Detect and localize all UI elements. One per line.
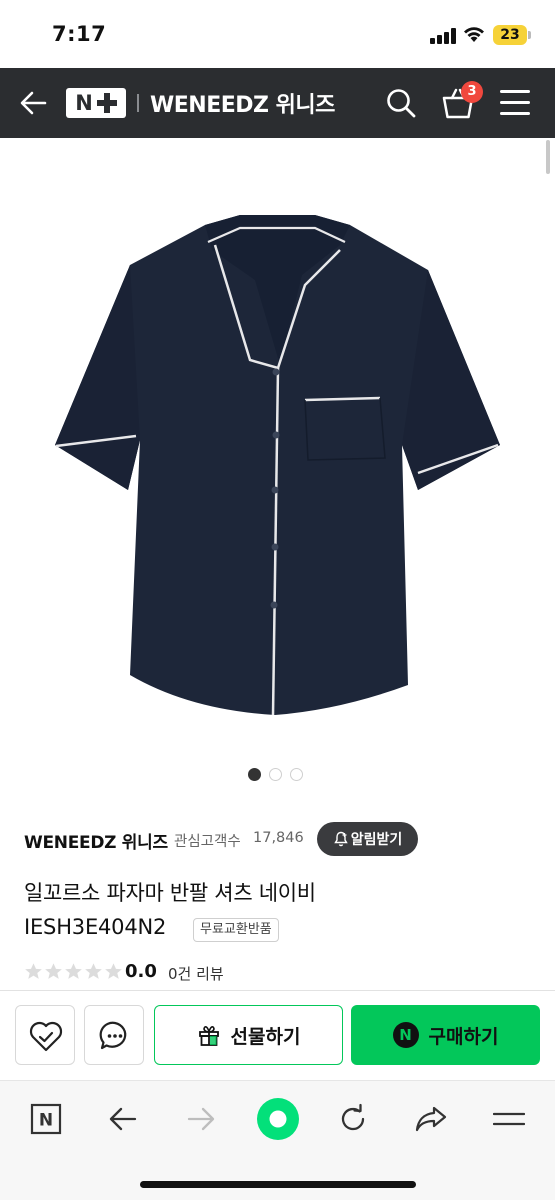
naver-pay-icon: N xyxy=(392,1022,419,1048)
refresh-button[interactable] xyxy=(333,1099,373,1139)
share-button[interactable] xyxy=(411,1099,451,1139)
menu-icon[interactable] xyxy=(500,90,530,116)
review-count[interactable]: 0건 리뷰 xyxy=(168,963,224,984)
battery-tip xyxy=(528,31,531,39)
back-arrow-icon[interactable] xyxy=(18,88,48,118)
logo-letter: N xyxy=(75,91,93,115)
cart-count-badge: 3 xyxy=(461,81,483,103)
purchase-action-bar: 선물하기 N 구매하기 xyxy=(0,990,555,1080)
battery-indicator: 23 xyxy=(493,25,527,45)
naver-home-icon: N xyxy=(30,1103,62,1135)
star-icon xyxy=(85,963,102,979)
pagination-dot[interactable] xyxy=(248,768,261,781)
back-arrow-icon xyxy=(109,1107,137,1131)
chat-icon xyxy=(99,1021,127,1050)
status-time: 7:17 xyxy=(52,22,107,46)
gift-icon xyxy=(198,1026,219,1046)
plus-icon xyxy=(96,93,117,113)
free-return-badge: 무료교환반품 xyxy=(193,918,279,942)
brand-row: WENEEDZ 위니즈 관심고객수 17,846 알림받기 xyxy=(24,822,544,856)
browser-toolbar: N xyxy=(0,1080,555,1200)
signal-icon xyxy=(430,28,456,44)
scroll-indicator xyxy=(546,140,550,174)
alarm-label: 알림받기 xyxy=(350,832,403,848)
favorites-count: 17,846 xyxy=(253,830,304,846)
browser-back-button[interactable] xyxy=(103,1099,143,1139)
gift-label: 선물하기 xyxy=(230,1025,301,1048)
star-icon xyxy=(105,963,122,979)
product-name: 일꼬르소 파자마 반팔 셔츠 네이비 xyxy=(24,881,316,905)
product-image[interactable] xyxy=(40,190,515,730)
wishlist-button[interactable] xyxy=(15,1005,75,1065)
share-icon xyxy=(415,1106,447,1132)
buy-label: 구매하기 xyxy=(428,1025,499,1048)
home-indicator xyxy=(140,1181,416,1188)
gift-button[interactable]: 선물하기 xyxy=(154,1005,343,1065)
green-dot-icon xyxy=(257,1098,299,1140)
star-icon xyxy=(65,963,82,979)
heart-icon xyxy=(29,1021,63,1052)
menu-icon xyxy=(493,1112,525,1126)
buy-button[interactable]: N 구매하기 xyxy=(351,1005,540,1065)
naver-plus-logo[interactable]: N xyxy=(66,88,126,118)
naver-home-button[interactable]: N xyxy=(26,1099,66,1139)
alarm-button[interactable]: 알림받기 xyxy=(317,822,418,856)
rating-stars xyxy=(24,962,123,981)
favorites-label: 관심고객수 xyxy=(174,834,241,850)
image-pagination xyxy=(248,768,303,781)
status-bar: 7:17 23 xyxy=(0,0,555,68)
header-divider xyxy=(137,94,139,112)
refresh-icon xyxy=(341,1103,365,1131)
pagination-dot[interactable] xyxy=(269,768,282,781)
product-code: IESH3E404N2 xyxy=(24,915,167,939)
browser-menu-button[interactable] xyxy=(489,1099,529,1139)
star-icon xyxy=(45,963,62,979)
wifi-icon xyxy=(464,27,484,42)
search-icon[interactable] xyxy=(385,87,417,119)
rating-value: 0.0 xyxy=(125,961,157,982)
green-dot-button[interactable] xyxy=(256,1097,300,1141)
home-letter: N xyxy=(39,1111,53,1131)
browser-forward-button[interactable] xyxy=(181,1099,221,1139)
store-title[interactable]: WENEEDZ 위니즈 xyxy=(150,87,335,119)
forward-arrow-icon xyxy=(187,1107,215,1131)
pagination-dot[interactable] xyxy=(290,768,303,781)
bell-icon xyxy=(333,831,348,847)
talk-button[interactable] xyxy=(84,1005,144,1065)
rating-row[interactable]: 0.0 0건 리뷰 xyxy=(24,960,324,986)
star-icon xyxy=(25,963,42,979)
brand-name[interactable]: WENEEDZ 위니즈 xyxy=(24,828,168,853)
app-header: N WENEEDZ 위니즈 xyxy=(0,68,555,138)
